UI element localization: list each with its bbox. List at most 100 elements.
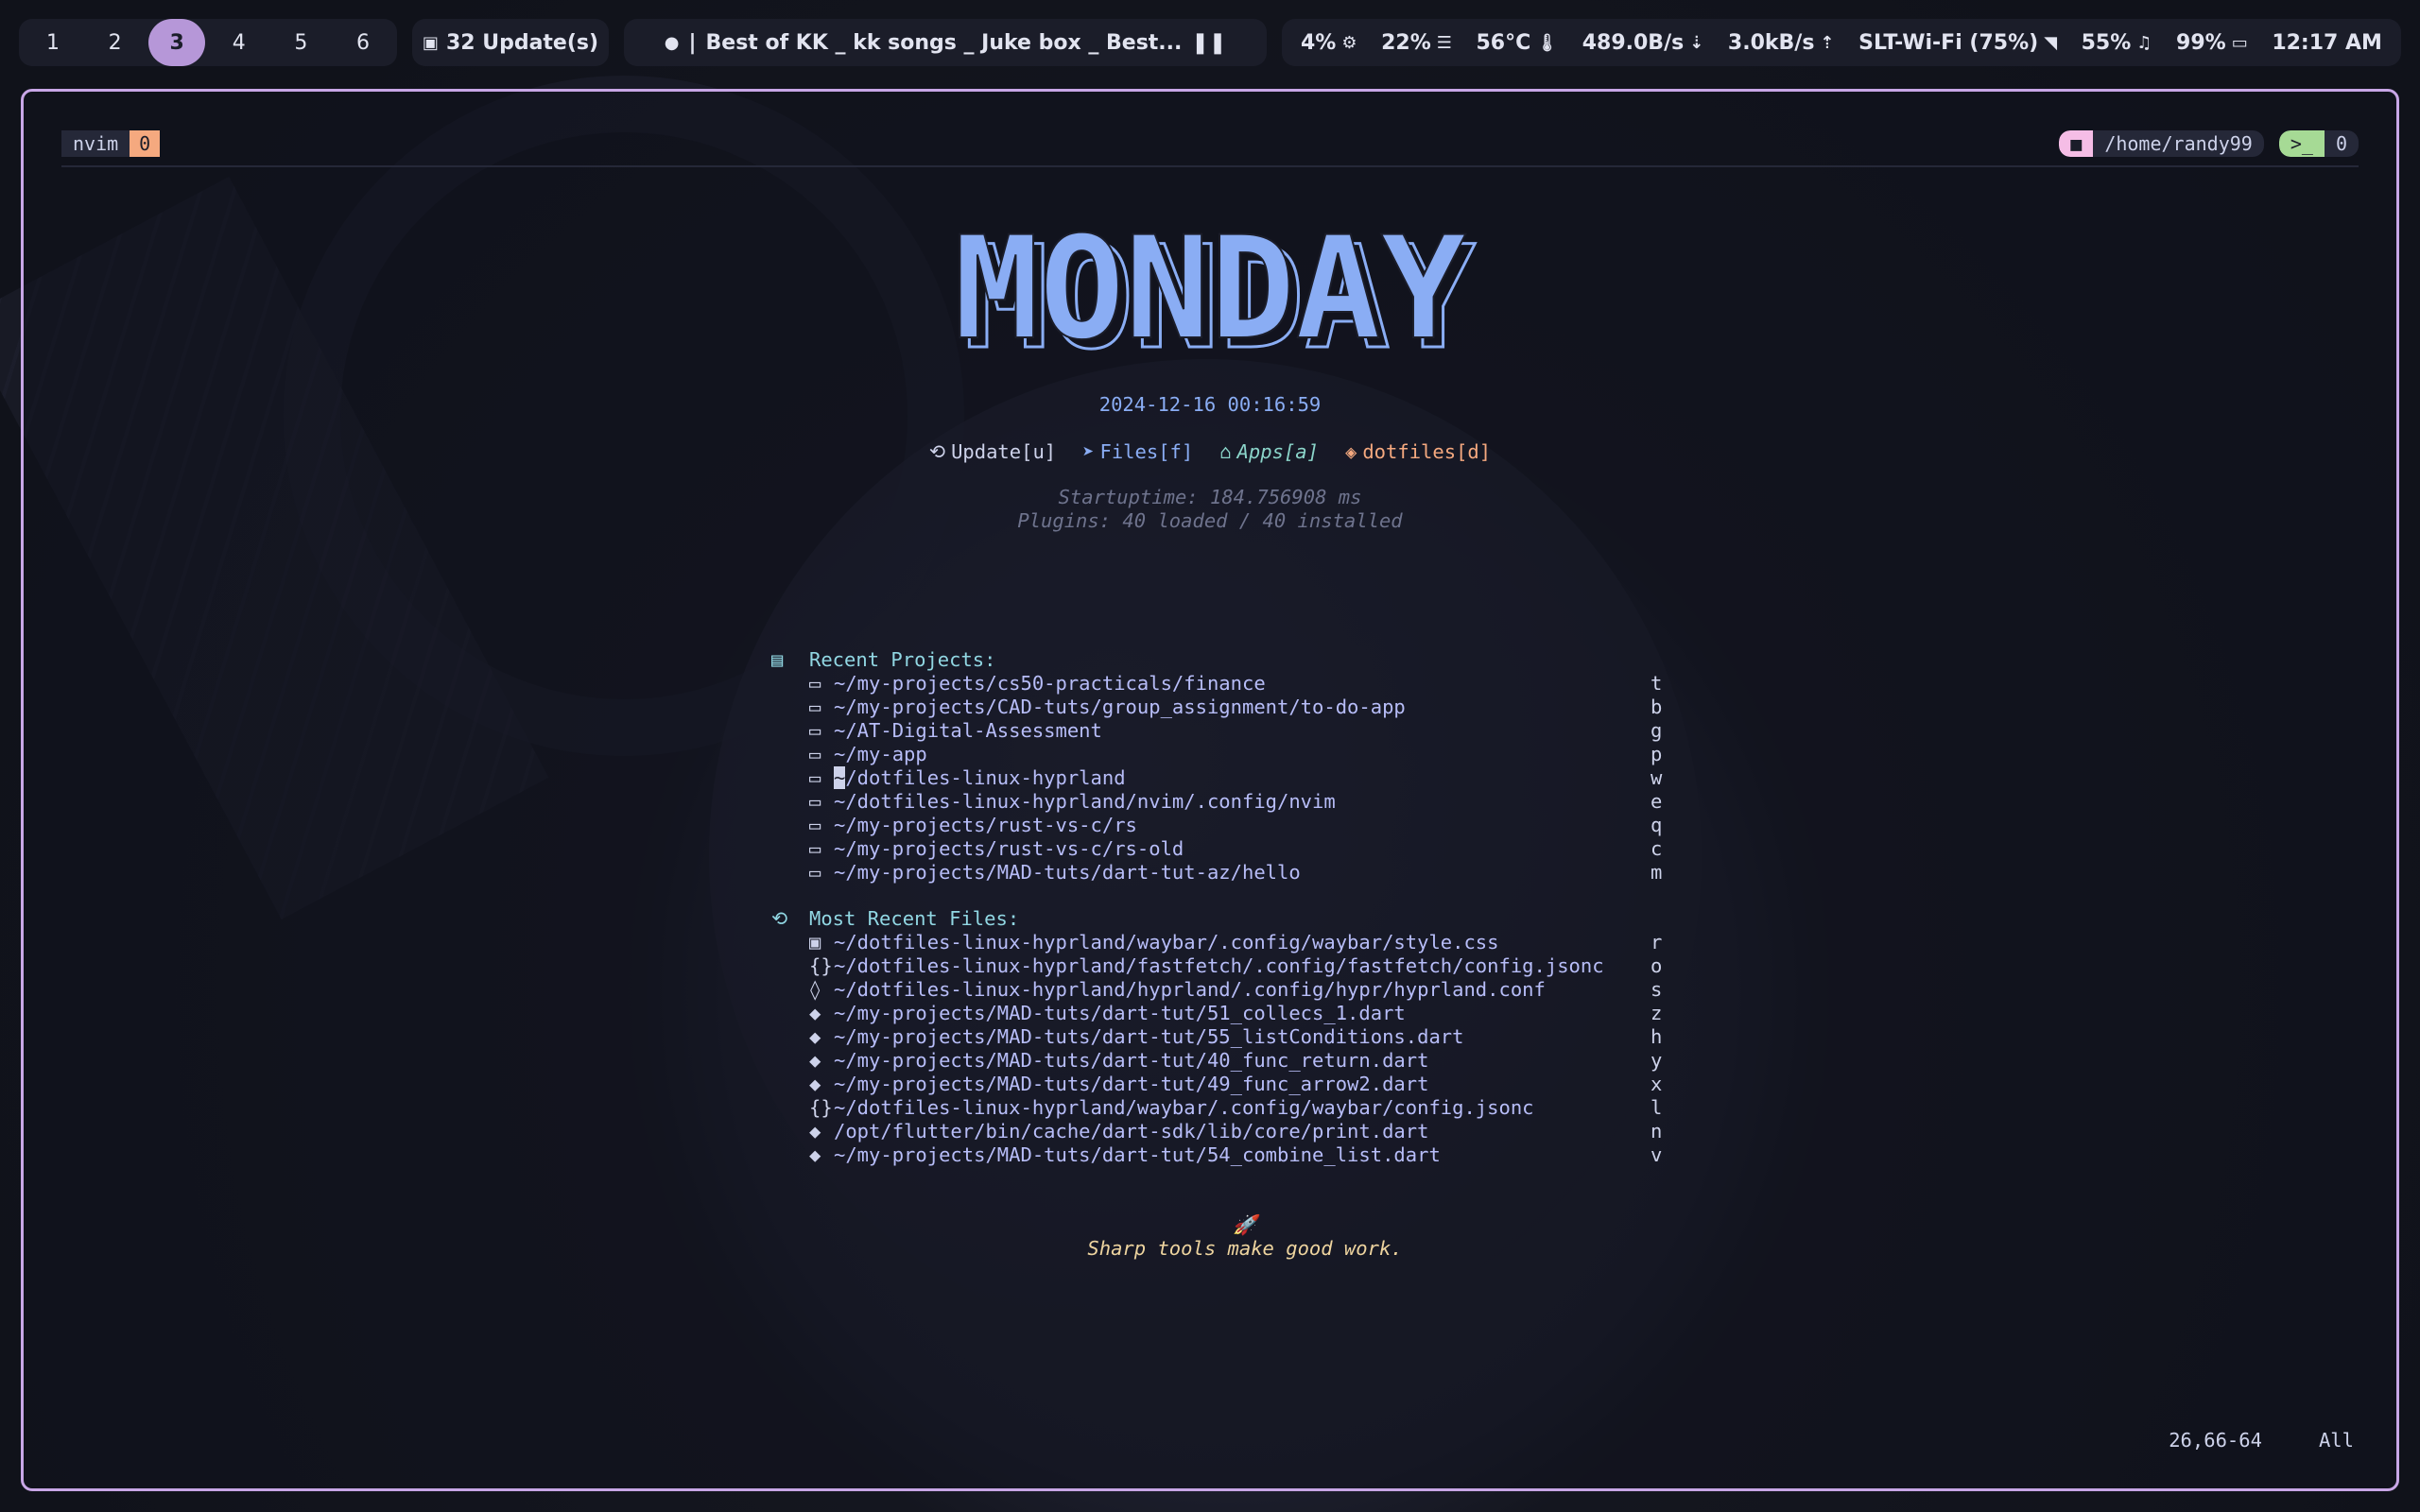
memory-icon: ☰ — [1436, 32, 1452, 53]
workspace-5[interactable]: 5 — [272, 19, 329, 66]
music-disc-icon: ● — [664, 32, 680, 53]
file-item[interactable]: ▣ ~/dotfiles-linux-hyprland/waybar/.conf… — [771, 931, 1669, 954]
volume-module[interactable]: 55% ♫ — [2082, 31, 2152, 55]
temperature-module[interactable]: 56°C 🌡 — [1477, 31, 1559, 55]
project-shortcut: m — [1651, 861, 1663, 884]
project-path: ~/my-projects/rust-vs-c/rs — [834, 814, 1137, 836]
updates-count: 32 Update(s) — [445, 30, 599, 55]
project-icon: ▭ — [809, 696, 821, 718]
system-stats: 4% ⚙ 22% ☰ 56°C 🌡 489.0B/s ⇣ 3.0kB/s ⇡ S… — [1282, 19, 2401, 66]
dart-icon: ◆ — [809, 1120, 821, 1143]
memory-module[interactable]: 22% ☰ — [1381, 31, 1452, 55]
cwd-path: /home/randy99 — [2104, 132, 2253, 155]
apps-action-label: Apps[a] — [1236, 440, 1319, 463]
file-item[interactable]: ◆ ~/my-projects/MAD-tuts/dart-tut/40_fun… — [771, 1049, 1669, 1073]
file-path: /opt/flutter/bin/cache/dart-sdk/lib/core… — [834, 1120, 1429, 1143]
project-path: ~/dotfiles-linux-hyprland — [834, 766, 1126, 789]
recent-projects-title: Recent Projects: — [809, 648, 996, 671]
network-up-module[interactable]: 3.0kB/s ⇡ — [1728, 31, 1835, 55]
file-path: ~/dotfiles-linux-hyprland/waybar/.config… — [834, 1096, 1534, 1119]
tmux-session-name[interactable]: nvim — [61, 130, 130, 157]
upload-arrow-icon: ⇡ — [1820, 32, 1835, 53]
file-item[interactable]: {} ~/dotfiles-linux-hyprland/fastfetch/.… — [771, 954, 1669, 978]
network-down-module[interactable]: 489.0B/s ⇣ — [1582, 31, 1704, 55]
file-item[interactable]: ◆ ~/my-projects/MAD-tuts/dart-tut/51_col… — [771, 1002, 1669, 1025]
project-path: ~/my-app — [834, 743, 927, 765]
net-down-value: 489.0B/s — [1582, 30, 1685, 55]
project-item[interactable]: ▭ ~/my-app p — [771, 743, 1669, 766]
header-ascii-art: MONDAY MONDAY — [953, 219, 1477, 361]
updates-module[interactable]: ▣ 32 Update(s) — [412, 19, 609, 66]
file-item[interactable]: ◆ /opt/flutter/bin/cache/dart-sdk/lib/co… — [771, 1120, 1669, 1143]
json-icon: {} — [809, 1096, 833, 1119]
file-path: ~/dotfiles-linux-hyprland/fastfetch/.con… — [834, 954, 1604, 977]
recent-projects-section: ▤ Recent Projects: ▭ ~/my-projects/cs50-… — [771, 648, 1669, 885]
project-path: ~/my-projects/rust-vs-c/rs-old — [834, 837, 1184, 860]
header-art-text: MONDAY — [954, 219, 1466, 361]
recent-files-title: Most Recent Files: — [809, 907, 1020, 930]
startup-time: Startuptime: 184.756908 ms — [1058, 486, 1362, 508]
temperature-value: 56°C — [1476, 30, 1531, 55]
footer-quote: Sharp tools make good work. — [1087, 1237, 1403, 1260]
file-path: ~/my-projects/MAD-tuts/dart-tut/51_colle… — [834, 1002, 1406, 1024]
pane-badge: >_ 0 — [2278, 130, 2359, 157]
file-shortcut: y — [1651, 1049, 1663, 1072]
project-item[interactable]: ▭ ~/my-projects/rust-vs-c/rs q — [771, 814, 1669, 837]
workspace-2[interactable]: 2 — [87, 19, 144, 66]
project-item-cursor[interactable]: ▭ ~/dotfiles-linux-hyprland w — [771, 766, 1669, 790]
project-shortcut: t — [1651, 672, 1663, 695]
project-icon: ▭ — [809, 672, 821, 695]
file-path: ~/my-projects/MAD-tuts/dart-tut/55_listC… — [834, 1025, 1464, 1048]
update-action[interactable]: ⟲ Update[u] — [929, 440, 1056, 463]
hyprland-icon: ◊ — [809, 978, 821, 1001]
project-item[interactable]: ▭ ~/dotfiles-linux-hyprland/nvim/.config… — [771, 790, 1669, 814]
file-item[interactable]: ◆ ~/my-projects/MAD-tuts/dart-tut/54_com… — [771, 1143, 1669, 1167]
tmux-session-info: nvim 0 — [61, 130, 161, 157]
dotfiles-action-label: dotfiles[d] — [1362, 440, 1492, 463]
pause-icon[interactable]: ❚❚ — [1191, 31, 1226, 55]
project-item[interactable]: ▭ ~/AT-Digital-Assessment g — [771, 719, 1669, 743]
memory-value: 22% — [1381, 30, 1431, 55]
tmux-right-info: ■ /home/randy99 >_ 0 — [2059, 130, 2359, 157]
apps-action[interactable]: ⌂ Apps[a] — [1219, 440, 1319, 463]
cpu-module[interactable]: 4% ⚙ — [1301, 31, 1357, 55]
project-shortcut: g — [1651, 719, 1663, 742]
project-item[interactable]: ▭ ~/my-projects/MAD-tuts/dart-tut-az/hel… — [771, 861, 1669, 885]
project-shortcut: p — [1651, 743, 1663, 765]
update-action-label: Update[u] — [951, 440, 1057, 463]
cpu-gear-icon: ⚙ — [1341, 32, 1357, 53]
project-item[interactable]: ▭ ~/my-projects/cs50-practicals/finance … — [771, 672, 1669, 696]
clock-module[interactable]: 12:17 AM — [2272, 31, 2382, 55]
file-item[interactable]: ◆ ~/my-projects/MAD-tuts/dart-tut/49_fun… — [771, 1073, 1669, 1096]
home-icon: ⌂ — [1219, 440, 1232, 463]
project-item[interactable]: ▭ ~/my-projects/rust-vs-c/rs-old c — [771, 837, 1669, 861]
workspace-1[interactable]: 1 — [25, 19, 81, 66]
desktop: 1 2 3 4 5 6 ▣ 32 Update(s) ● | Best of K… — [0, 0, 2420, 1512]
wifi-icon: ◥ — [2044, 32, 2058, 53]
dotfiles-action[interactable]: ◈ dotfiles[d] — [1345, 440, 1491, 463]
media-module[interactable]: ● | Best of KK _ kk songs _ Juke box _ B… — [624, 19, 1267, 66]
project-path: ~/AT-Digital-Assessment — [834, 719, 1102, 742]
file-item[interactable]: {} ~/dotfiles-linux-hyprland/waybar/.con… — [771, 1096, 1669, 1120]
project-item[interactable]: ▭ ~/my-projects/CAD-tuts/group_assignmen… — [771, 696, 1669, 719]
dart-icon: ◆ — [809, 1049, 821, 1072]
file-path: ~/my-projects/MAD-tuts/dart-tut/54_combi… — [834, 1143, 1441, 1166]
project-shortcut: w — [1651, 766, 1663, 789]
project-icon: ▭ — [809, 743, 821, 765]
workspace-6[interactable]: 6 — [335, 19, 391, 66]
send-icon: ➤ — [1082, 440, 1095, 463]
wifi-module[interactable]: SLT-Wi-Fi (75%) ◥ — [1858, 31, 2057, 55]
files-action[interactable]: ➤ Files[f] — [1082, 440, 1193, 463]
project-shortcut: b — [1651, 696, 1663, 718]
file-shortcut: s — [1651, 978, 1663, 1001]
workspace-4[interactable]: 4 — [211, 19, 268, 66]
package-icon: ◈ — [1345, 440, 1357, 463]
file-item[interactable]: ◆ ~/my-projects/MAD-tuts/dart-tut/55_lis… — [771, 1025, 1669, 1049]
file-item[interactable]: ◊ ~/dotfiles-linux-hyprland/hyprland/.co… — [771, 978, 1669, 1002]
recent-files-section: ⟲ Most Recent Files: ▣ ~/dotfiles-linux-… — [771, 907, 1669, 1167]
tmux-status-bar: nvim 0 ■ /home/randy99 >_ 0 — [61, 129, 2359, 167]
workspace-3[interactable]: 3 — [148, 19, 206, 66]
volume-value: 55% — [2081, 30, 2132, 55]
battery-module[interactable]: 99% ▭ — [2176, 31, 2248, 55]
wifi-value: SLT-Wi-Fi (75%) — [1858, 30, 2039, 55]
